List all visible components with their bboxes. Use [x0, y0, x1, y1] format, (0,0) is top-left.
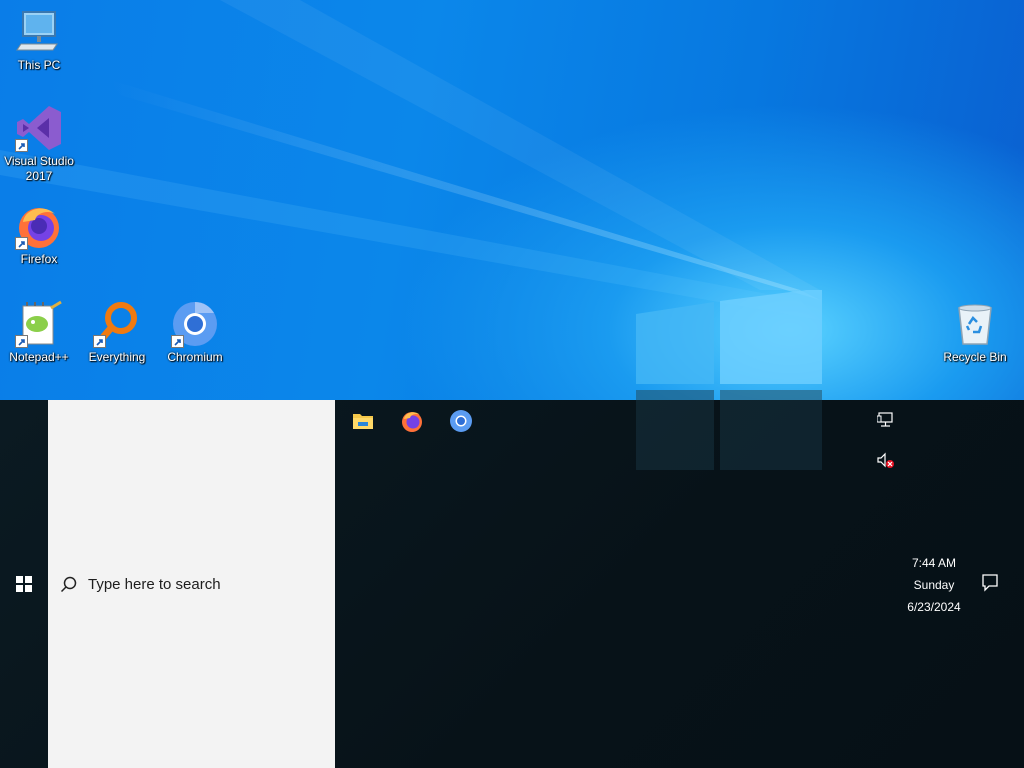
notepadpp-icon [15, 300, 63, 348]
chromium-icon [450, 410, 472, 432]
taskbar-app-file-explorer[interactable] [339, 402, 387, 440]
desktop-icon-label: This PC [17, 58, 61, 72]
shortcut-arrow-icon [15, 237, 28, 250]
desktop-icon-everything[interactable]: Everything [78, 300, 156, 365]
taskbar: Type here to search 7:44 AM Sunday 6/23/… [0, 390, 1024, 768]
shortcut-arrow-icon [15, 335, 28, 348]
desktop-icon-chromium[interactable]: Chromium [156, 300, 234, 365]
desktop-icon-label: Firefox [20, 252, 58, 266]
desktop-icon-label: Recycle Bin [943, 350, 1007, 364]
windows-logo-icon [16, 576, 32, 592]
shortcut-arrow-icon [171, 335, 184, 348]
taskbar-search-box[interactable]: Type here to search [48, 400, 335, 768]
desktop-icon-firefox[interactable]: Firefox [0, 202, 78, 267]
taskbar-clock[interactable]: 7:44 AM Sunday 6/23/2024 [888, 552, 980, 618]
desktop-icon-notepadpp[interactable]: Notepad++ [0, 300, 78, 365]
taskbar-app-chromium[interactable] [437, 402, 485, 440]
computer-icon [15, 8, 63, 56]
desktop-icon-label: Everything [88, 350, 146, 364]
everything-search-icon [93, 300, 141, 348]
shortcut-arrow-icon [15, 139, 28, 152]
clock-time: 7:44 AM [911, 556, 957, 570]
desktop-icon-label: Chromium [167, 350, 223, 364]
clock-date: 6/23/2024 [907, 600, 961, 614]
folder-icon [353, 414, 373, 429]
chromium-icon [171, 300, 219, 348]
search-placeholder: Type here to search [88, 576, 221, 593]
wallpaper-windows-logo [636, 290, 822, 400]
desktop-icon-this-pc[interactable]: This PC [0, 8, 78, 73]
desktop-icon-recycle-bin[interactable]: Recycle Bin [936, 300, 1014, 365]
desktop-icon-label: Notepad++ [9, 350, 69, 364]
desktop-background[interactable]: This PC Visual Studio 2017 Firefox Notep… [0, 0, 1024, 400]
desktop-icon-label: Visual Studio 2017 [4, 154, 74, 183]
notification-center-icon[interactable] [980, 572, 1000, 592]
network-icon[interactable] [877, 412, 895, 428]
firefox-icon [15, 202, 63, 250]
desktop-icon-visual-studio[interactable]: Visual Studio 2017 [0, 104, 78, 184]
start-button[interactable] [0, 400, 48, 768]
search-icon [60, 576, 77, 593]
clock-day: Sunday [913, 578, 955, 592]
visual-studio-icon [15, 104, 63, 152]
recycle-bin-icon [951, 300, 999, 348]
firefox-icon [402, 412, 422, 432]
shortcut-arrow-icon [93, 335, 106, 348]
taskbar-logo-reflection [636, 390, 822, 470]
volume-muted-icon[interactable] [876, 452, 896, 470]
taskbar-app-firefox[interactable] [388, 402, 436, 440]
